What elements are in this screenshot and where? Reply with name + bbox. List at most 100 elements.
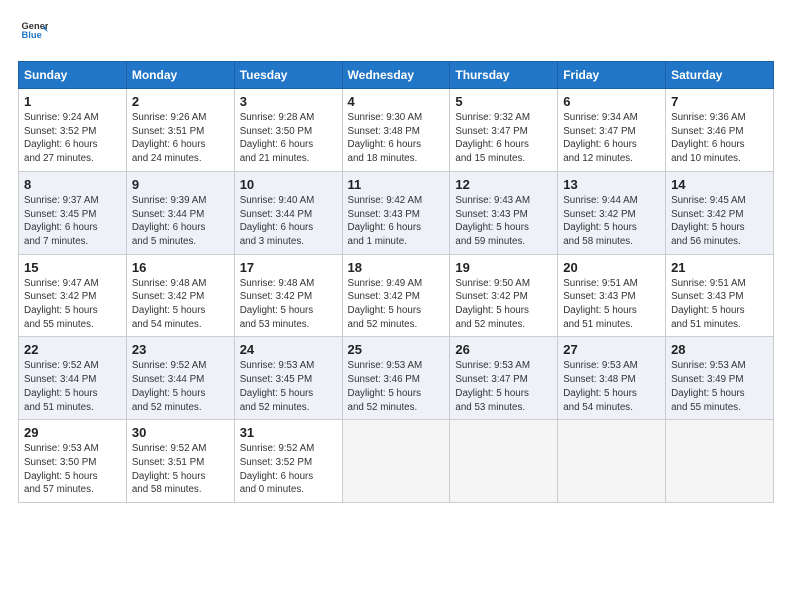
day-number: 4: [348, 94, 445, 109]
weekday-sunday: Sunday: [19, 62, 127, 89]
calendar-table: SundayMondayTuesdayWednesdayThursdayFrid…: [18, 61, 774, 503]
calendar-week-row: 15Sunrise: 9:47 AMSunset: 3:42 PMDayligh…: [19, 254, 774, 337]
weekday-wednesday: Wednesday: [342, 62, 450, 89]
calendar-day-cell: 4 Sunrise: 9:30 AMSunset: 3:48 PMDaylight…: [342, 89, 450, 172]
day-info: Sunrise: 9:45 AMSunset: 3:42 PMDaylight:…: [671, 194, 768, 249]
day-info: Sunrise: 9:50 AMSunset: 3:42 PMDaylight:…: [455, 277, 552, 332]
day-number: 30: [132, 425, 229, 440]
day-info: Sunrise: 9:53 AMSunset: 3:46 PMDaylight:…: [348, 359, 445, 414]
day-number: 27: [563, 342, 660, 357]
weekday-header-row: SundayMondayTuesdayWednesdayThursdayFrid…: [19, 62, 774, 89]
calendar-day-cell: [450, 420, 558, 503]
logo: General Blue: [18, 18, 48, 51]
day-info: Sunrise: 9:40 AMSunset: 3:44 PMDaylight:…: [240, 194, 337, 249]
calendar-day-cell: 20 Sunrise: 9:51 AMSunset: 3:43 PMDayligh…: [558, 254, 666, 337]
day-info: Sunrise: 9:37 AMSunset: 3:45 PMDaylight:…: [24, 194, 121, 249]
day-info: Sunrise: 9:26 AMSunset: 3:51 PMDaylight:…: [132, 111, 229, 166]
day-info: Sunrise: 9:53 AMSunset: 3:48 PMDaylight:…: [563, 359, 660, 414]
calendar-day-cell: 28 Sunrise: 9:53 AMSunset: 3:49 PMDayligh…: [666, 337, 774, 420]
day-number: 28: [671, 342, 768, 357]
day-number: 26: [455, 342, 552, 357]
calendar-day-cell: [558, 420, 666, 503]
calendar-day-cell: 19 Sunrise: 9:50 AMSunset: 3:42 PMDayligh…: [450, 254, 558, 337]
day-info: Sunrise: 9:52 AMSunset: 3:52 PMDaylight:…: [240, 442, 337, 497]
calendar-day-cell: 13 Sunrise: 9:44 AMSunset: 3:42 PMDayligh…: [558, 171, 666, 254]
calendar-day-cell: 12 Sunrise: 9:43 AMSunset: 3:43 PMDayligh…: [450, 171, 558, 254]
day-number: 3: [240, 94, 337, 109]
day-info: Sunrise: 9:51 AMSunset: 3:43 PMDaylight:…: [563, 277, 660, 332]
day-info: Sunrise: 9:48 AMSunset: 3:42 PMDaylight:…: [240, 277, 337, 332]
day-number: 23: [132, 342, 229, 357]
day-number: 29: [24, 425, 121, 440]
calendar-body: 1Sunrise: 9:24 AMSunset: 3:52 PMDaylight…: [19, 89, 774, 503]
day-info: Sunrise: 9:53 AMSunset: 3:50 PMDaylight:…: [24, 442, 121, 497]
day-info: Sunrise: 9:28 AMSunset: 3:50 PMDaylight:…: [240, 111, 337, 166]
weekday-friday: Friday: [558, 62, 666, 89]
calendar-day-cell: 6Sunrise: 9:34 AMSunset: 3:47 PMDaylight…: [558, 89, 666, 172]
day-number: 25: [348, 342, 445, 357]
calendar-day-cell: 23Sunrise: 9:52 AMSunset: 3:44 PMDayligh…: [126, 337, 234, 420]
day-number: 13: [563, 177, 660, 192]
calendar-day-cell: [342, 420, 450, 503]
calendar-day-cell: 17 Sunrise: 9:48 AMSunset: 3:42 PMDayligh…: [234, 254, 342, 337]
logo-icon: General Blue: [20, 18, 48, 46]
day-number: 31: [240, 425, 337, 440]
day-number: 12: [455, 177, 552, 192]
weekday-saturday: Saturday: [666, 62, 774, 89]
calendar-week-row: 29 Sunrise: 9:53 AMSunset: 3:50 PMDayligh…: [19, 420, 774, 503]
calendar-day-cell: 25 Sunrise: 9:53 AMSunset: 3:46 PMDayligh…: [342, 337, 450, 420]
day-number: 24: [240, 342, 337, 357]
calendar-day-cell: [666, 420, 774, 503]
weekday-monday: Monday: [126, 62, 234, 89]
calendar-day-cell: 7 Sunrise: 9:36 AMSunset: 3:46 PMDaylight…: [666, 89, 774, 172]
calendar-week-row: 8Sunrise: 9:37 AMSunset: 3:45 PMDaylight…: [19, 171, 774, 254]
day-number: 19: [455, 260, 552, 275]
day-number: 16: [132, 260, 229, 275]
calendar-day-cell: 8Sunrise: 9:37 AMSunset: 3:45 PMDaylight…: [19, 171, 127, 254]
calendar-day-cell: 1Sunrise: 9:24 AMSunset: 3:52 PMDaylight…: [19, 89, 127, 172]
day-number: 15: [24, 260, 121, 275]
day-number: 9: [132, 177, 229, 192]
calendar-week-row: 22 Sunrise: 9:52 AMSunset: 3:44 PMDayligh…: [19, 337, 774, 420]
day-number: 7: [671, 94, 768, 109]
calendar-day-cell: 5 Sunrise: 9:32 AMSunset: 3:47 PMDaylight…: [450, 89, 558, 172]
day-info: Sunrise: 9:53 AMSunset: 3:49 PMDaylight:…: [671, 359, 768, 414]
calendar-day-cell: 26Sunrise: 9:53 AMSunset: 3:47 PMDayligh…: [450, 337, 558, 420]
calendar-day-cell: 16 Sunrise: 9:48 AMSunset: 3:42 PMDayligh…: [126, 254, 234, 337]
day-info: Sunrise: 9:24 AMSunset: 3:52 PMDaylight:…: [24, 111, 121, 166]
calendar-day-cell: 10 Sunrise: 9:40 AMSunset: 3:44 PMDayligh…: [234, 171, 342, 254]
day-info: Sunrise: 9:32 AMSunset: 3:47 PMDaylight:…: [455, 111, 552, 166]
day-info: Sunrise: 9:30 AMSunset: 3:48 PMDaylight:…: [348, 111, 445, 166]
day-info: Sunrise: 9:49 AMSunset: 3:42 PMDaylight:…: [348, 277, 445, 332]
day-number: 2: [132, 94, 229, 109]
calendar-day-cell: 24 Sunrise: 9:53 AMSunset: 3:45 PMDayligh…: [234, 337, 342, 420]
calendar-day-cell: 14Sunrise: 9:45 AMSunset: 3:42 PMDayligh…: [666, 171, 774, 254]
calendar-day-cell: 9 Sunrise: 9:39 AMSunset: 3:44 PMDaylight…: [126, 171, 234, 254]
day-number: 5: [455, 94, 552, 109]
day-number: 18: [348, 260, 445, 275]
calendar-day-cell: 3 Sunrise: 9:28 AMSunset: 3:50 PMDaylight…: [234, 89, 342, 172]
day-info: Sunrise: 9:42 AMSunset: 3:43 PMDaylight:…: [348, 194, 445, 249]
day-info: Sunrise: 9:48 AMSunset: 3:42 PMDaylight:…: [132, 277, 229, 332]
day-info: Sunrise: 9:52 AMSunset: 3:51 PMDaylight:…: [132, 442, 229, 497]
day-info: Sunrise: 9:34 AMSunset: 3:47 PMDaylight:…: [563, 111, 660, 166]
calendar-day-cell: 11 Sunrise: 9:42 AMSunset: 3:43 PMDayligh…: [342, 171, 450, 254]
day-info: Sunrise: 9:53 AMSunset: 3:45 PMDaylight:…: [240, 359, 337, 414]
day-info: Sunrise: 9:39 AMSunset: 3:44 PMDaylight:…: [132, 194, 229, 249]
day-number: 21: [671, 260, 768, 275]
day-number: 10: [240, 177, 337, 192]
day-info: Sunrise: 9:36 AMSunset: 3:46 PMDaylight:…: [671, 111, 768, 166]
day-info: Sunrise: 9:52 AMSunset: 3:44 PMDaylight:…: [24, 359, 121, 414]
weekday-tuesday: Tuesday: [234, 62, 342, 89]
day-number: 17: [240, 260, 337, 275]
day-info: Sunrise: 9:44 AMSunset: 3:42 PMDaylight:…: [563, 194, 660, 249]
day-number: 22: [24, 342, 121, 357]
calendar-day-cell: 30 Sunrise: 9:52 AMSunset: 3:51 PMDayligh…: [126, 420, 234, 503]
svg-text:Blue: Blue: [22, 30, 42, 40]
day-info: Sunrise: 9:51 AMSunset: 3:43 PMDaylight:…: [671, 277, 768, 332]
calendar-day-cell: 29 Sunrise: 9:53 AMSunset: 3:50 PMDayligh…: [19, 420, 127, 503]
day-number: 11: [348, 177, 445, 192]
day-number: 20: [563, 260, 660, 275]
day-info: Sunrise: 9:43 AMSunset: 3:43 PMDaylight:…: [455, 194, 552, 249]
calendar-day-cell: 21 Sunrise: 9:51 AMSunset: 3:43 PMDayligh…: [666, 254, 774, 337]
